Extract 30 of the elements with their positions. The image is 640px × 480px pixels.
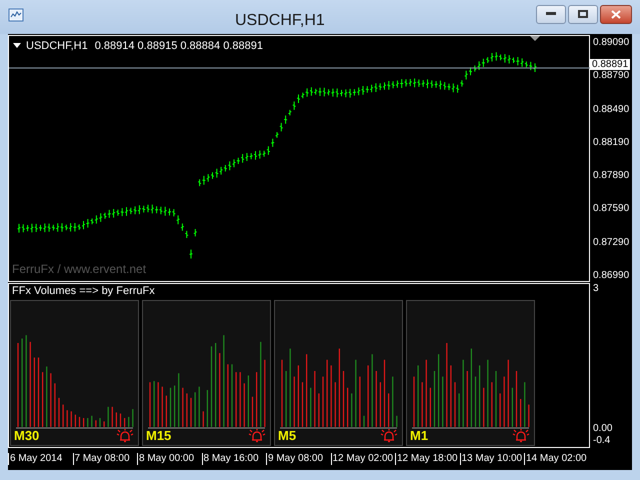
indicator-scale-label: 0.00 bbox=[593, 423, 614, 435]
time-axis-label: 12 May 18:00 bbox=[395, 453, 460, 465]
price-axis-label: 0.87290 bbox=[592, 236, 630, 249]
price-axis-label: 0.88190 bbox=[592, 136, 630, 149]
indicator-scale-label: -0.4 bbox=[593, 435, 612, 447]
watermark-text: FerruFx / www.ervent.net bbox=[12, 261, 146, 278]
price-axis-label: 0.89090 bbox=[592, 37, 630, 49]
time-axis-label: 8 May 16:00 bbox=[202, 453, 266, 465]
price-axis-label: 0.88790 bbox=[592, 70, 630, 82]
timeframe-label: M15 bbox=[146, 429, 172, 443]
timeframe-label: M1 bbox=[410, 429, 428, 443]
price-axis-label: 0.87890 bbox=[592, 170, 630, 182]
price-axis-label: 0.88490 bbox=[592, 104, 630, 116]
symbol-label: USDCHF,H1 bbox=[26, 39, 88, 54]
current-price-tag: 0.88891 bbox=[590, 59, 630, 70]
quote-values: 0.88914 0.88915 0.88884 0.88891 bbox=[94, 39, 263, 54]
price-axis-label: 0.87590 bbox=[592, 203, 630, 216]
timeframe-label: M30 bbox=[14, 429, 40, 443]
time-axis-label: 6 May 2014 bbox=[8, 453, 72, 465]
time-axis-label: 14 May 02:00 bbox=[524, 453, 588, 465]
price-axis-label: 0.86990 bbox=[592, 270, 630, 282]
time-axis-label: 8 May 00:00 bbox=[137, 453, 202, 465]
indicator-title: FFx Volumes ==> by FerruFx bbox=[11, 284, 156, 298]
indicator-scale-label: 3 bbox=[593, 283, 600, 295]
timeframe-label: M5 bbox=[278, 429, 296, 443]
time-axis-label: 9 May 08:00 bbox=[266, 453, 330, 465]
time-axis-label: 12 May 02:00 bbox=[330, 453, 395, 465]
time-axis-label: 13 May 10:00 bbox=[460, 453, 524, 465]
time-axis-label: 7 May 08:00 bbox=[72, 453, 137, 465]
window-title: USDCHF,H1 bbox=[235, 11, 325, 31]
